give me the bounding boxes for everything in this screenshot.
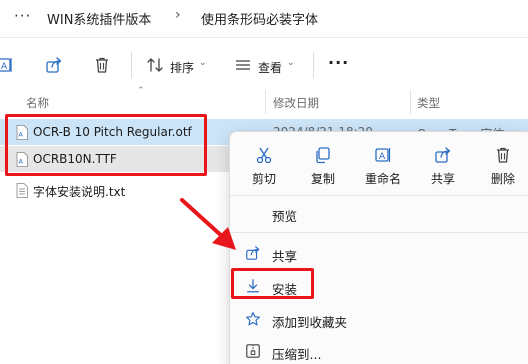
address-bar: ··· WIN系统插件版本 › 使用条形码必装字体 <box>0 0 528 36</box>
share-icon <box>435 147 451 163</box>
menu-item-label: 添加到收藏夹 <box>272 315 348 330</box>
breadcrumb-item-fonts[interactable]: 使用条形码必装字体 <box>201 9 318 28</box>
rename-icon: A <box>375 148 391 162</box>
menu-item-add-to-favorites[interactable]: 添加到收藏夹 <box>230 303 528 335</box>
share-icon[interactable] <box>45 56 63 74</box>
sort-indicator-icon: ⌃ <box>137 86 145 96</box>
column-divider[interactable] <box>265 90 266 114</box>
cut-label: 剪切 <box>251 172 276 186</box>
column-type[interactable]: 类型 <box>417 95 440 111</box>
column-modified[interactable]: 修改日期 <box>273 95 319 111</box>
copy-icon <box>316 147 330 164</box>
menu-item-share[interactable]: 共享 <box>230 237 528 269</box>
column-name[interactable]: 名称 <box>26 95 49 111</box>
delete-icon[interactable] <box>93 56 111 74</box>
cut-button[interactable]: 剪切 <box>236 142 292 188</box>
more-options-button[interactable]: ··· <box>328 53 349 72</box>
text-file-icon <box>16 183 28 198</box>
breadcrumb-separator: › <box>175 7 181 23</box>
copy-button[interactable]: 复制 <box>295 142 351 188</box>
rename-label: 重命名 <box>364 172 401 186</box>
cut-icon <box>256 147 272 164</box>
svg-text:A: A <box>379 152 386 162</box>
star-icon <box>246 312 260 326</box>
view-chevron-down-icon: ⌄ <box>287 58 295 68</box>
menu-item-label: 共享 <box>272 249 298 264</box>
menu-divider <box>230 195 528 196</box>
breadcrumb-item-win-plugin[interactable]: WIN系统插件版本 <box>47 9 151 28</box>
copy-label: 复制 <box>310 172 335 186</box>
column-divider[interactable] <box>410 90 411 114</box>
rename-button[interactable]: A 重命名 <box>355 142 411 188</box>
zip-icon <box>246 344 260 358</box>
share-button[interactable]: 共享 <box>415 142 471 188</box>
view-button[interactable]: 查看 <box>258 59 282 76</box>
sort-button[interactable]: 排序 <box>170 59 194 76</box>
sort-chevron-down-icon: ⌄ <box>199 58 207 68</box>
toolbar-divider <box>131 52 132 78</box>
delete-label: 删除 <box>490 172 515 186</box>
context-menu: 剪切 复制 A 重命名 共享 删除 预览 共享 安装 添加到收藏夹 压缩到... <box>229 131 528 364</box>
delete-button[interactable]: 删除 <box>475 142 528 188</box>
file-name: 字体安装说明.txt <box>33 185 126 199</box>
menu-item-label: 预览 <box>272 209 298 224</box>
highlight-box-install <box>231 268 314 299</box>
highlight-box-files <box>5 114 207 176</box>
column-header: ⌃ 名称 修改日期 类型 <box>0 86 528 116</box>
menu-item-preview[interactable]: 预览 <box>230 197 528 229</box>
share-label: 共享 <box>430 172 455 186</box>
menu-item-compress[interactable]: 压缩到... <box>230 335 528 364</box>
rename-icon[interactable]: A <box>0 56 14 74</box>
menu-item-label: 压缩到... <box>272 347 322 362</box>
toolbar: A 排序 ⌄ 查看 ⌄ ··· <box>0 37 528 87</box>
svg-text:A: A <box>1 62 8 72</box>
view-icon[interactable] <box>234 56 252 74</box>
menu-divider <box>230 232 528 233</box>
red-arrow-icon <box>180 198 236 250</box>
toolbar-divider <box>313 52 314 78</box>
share-icon <box>246 246 260 260</box>
sort-icon[interactable] <box>146 56 164 74</box>
breadcrumb-more-button[interactable]: ··· <box>14 7 31 25</box>
delete-icon <box>497 147 509 163</box>
